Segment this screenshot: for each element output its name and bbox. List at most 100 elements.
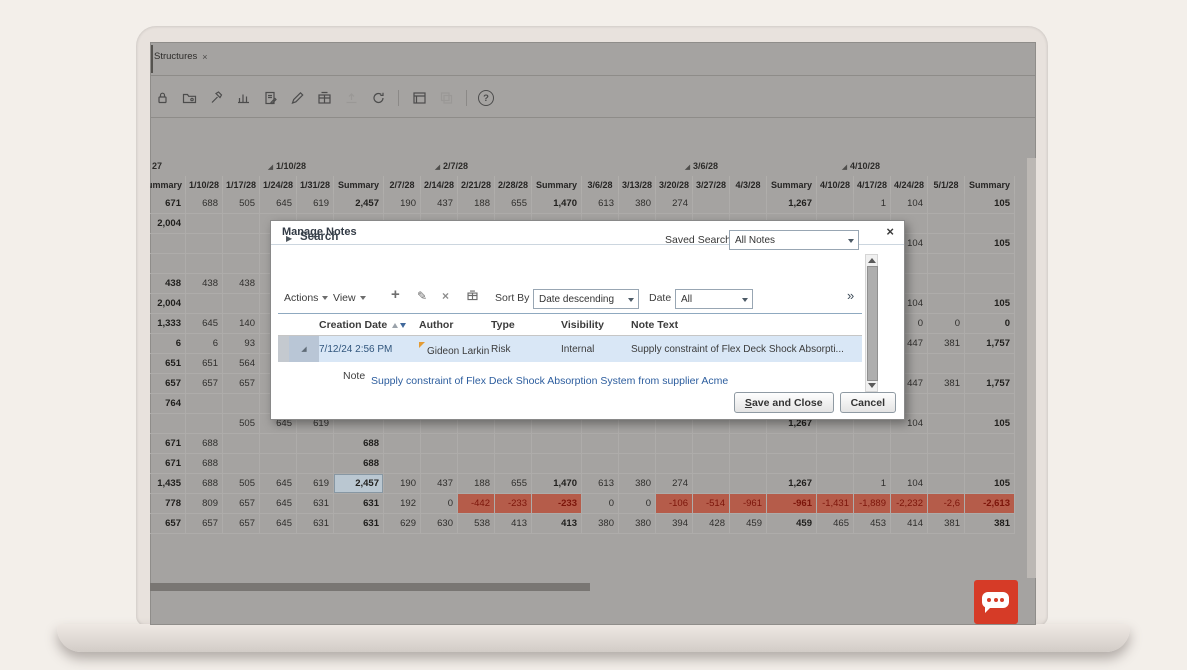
column-header[interactable]: 1/17/28 [223,176,260,194]
column-header[interactable]: Summary [334,176,384,194]
note-detail-text[interactable]: Supply constraint of Flex Deck Shock Abs… [371,375,728,387]
grid-cell[interactable]: 645 [260,514,297,534]
collapse-triangle-icon[interactable]: ◢ [435,164,440,171]
grid-cell[interactable] [928,474,965,494]
grid-cell[interactable] [693,434,730,454]
grid-cell[interactable]: -233 [532,494,582,514]
grid-cell[interactable]: 6 [186,334,223,354]
collapse-triangle-icon[interactable]: ◢ [685,164,690,171]
grid-cell[interactable]: 438 [223,274,260,294]
grid-cell[interactable]: 438 [150,274,186,294]
grid-cell[interactable] [532,434,582,454]
grid-cell[interactable] [656,454,693,474]
grid-cell[interactable] [223,294,260,314]
grid-cell[interactable]: 651 [186,354,223,374]
grid-cell[interactable] [458,454,495,474]
bar-chart-icon[interactable] [234,90,252,107]
column-header[interactable]: 3/6/28 [582,176,619,194]
grid-cell[interactable]: 1 [854,194,891,214]
column-header[interactable]: Summary [767,176,817,194]
grid-cell[interactable] [965,434,1015,454]
grid-cell[interactable]: 1,470 [532,194,582,214]
grid-cell[interactable] [260,434,297,454]
grid-cell[interactable] [495,454,532,474]
detach-table-icon[interactable] [466,289,479,305]
grid-cell[interactable]: 274 [656,194,693,214]
grid-cell[interactable] [421,454,458,474]
grid-cell[interactable]: 0 [965,314,1015,334]
actions-menu[interactable]: Actions [284,292,328,304]
grid-cell[interactable]: 0 [928,314,965,334]
grid-cell[interactable] [928,354,965,374]
grid-cell[interactable] [186,394,223,414]
grid-cell[interactable]: 188 [458,194,495,214]
grid-cell[interactable]: 381 [928,334,965,354]
grid-cell[interactable]: 657 [150,374,186,394]
grid-cell[interactable] [817,434,854,454]
grid-cell[interactable]: 0 [619,494,656,514]
chat-button[interactable] [974,580,1018,624]
grid-cell[interactable]: 105 [965,294,1015,314]
horizontal-scrollbar-thumb[interactable] [150,583,590,591]
grid-cell[interactable]: -442 [458,494,495,514]
grid-cell[interactable] [297,454,334,474]
grid-cell[interactable] [767,434,817,454]
grid-cell[interactable]: -233 [495,494,532,514]
column-header[interactable]: Summary [532,176,582,194]
collapse-triangle-icon[interactable]: ◢ [842,164,847,171]
date-filter-select[interactable]: All [675,289,753,309]
grid-cell[interactable] [693,454,730,474]
grid-cell[interactable]: 657 [186,374,223,394]
grid-cell[interactable]: 1,470 [532,474,582,494]
grid-cell[interactable] [384,434,421,454]
column-header[interactable]: Summary [150,176,186,194]
grid-cell[interactable]: 688 [186,194,223,214]
grid-cell[interactable] [693,194,730,214]
grid-cell[interactable] [495,434,532,454]
column-header[interactable]: 4/3/28 [730,176,767,194]
grid-cell[interactable]: 1,267 [767,474,817,494]
grid-cell[interactable]: 437 [421,194,458,214]
grid-cell[interactable]: 538 [458,514,495,534]
grid-cell[interactable]: 645 [186,314,223,334]
tab-structures[interactable]: Structures × [154,51,208,62]
column-header[interactable]: 2/14/28 [421,176,458,194]
grid-cell[interactable]: 190 [384,474,421,494]
grid-cell[interactable]: 6 [150,334,186,354]
add-note-button[interactable]: + [391,286,400,303]
grid-cell[interactable]: 2,457 [334,194,384,214]
grid-cell[interactable]: 380 [619,194,656,214]
grid-cell[interactable] [223,434,260,454]
grid-cell[interactable]: 630 [421,514,458,534]
grid-cell[interactable] [458,434,495,454]
column-header[interactable]: 1/24/28 [260,176,297,194]
grid-cell[interactable] [965,254,1015,274]
col-creation-date[interactable]: Creation Date [319,319,419,331]
grid-cell[interactable]: 140 [223,314,260,334]
grid-cell[interactable]: 688 [186,454,223,474]
column-header[interactable]: 4/10/28 [817,176,854,194]
grid-cell[interactable]: -2,6 [928,494,965,514]
grid-cell[interactable] [730,194,767,214]
grid-cell[interactable]: 505 [223,194,260,214]
grid-cell[interactable]: 105 [965,414,1015,434]
column-header[interactable]: 3/20/28 [656,176,693,194]
col-visibility[interactable]: Visibility [561,319,631,331]
group-header-2-7-28[interactable]: ◢2/7/28 [435,161,468,171]
grid-cell[interactable] [928,214,965,234]
notes-table-icon[interactable] [410,90,428,107]
grid-cell[interactable] [928,394,965,414]
dialog-scrollbar[interactable] [865,254,878,392]
grid-cell[interactable]: 1,757 [965,374,1015,394]
note-row[interactable]: ◢ 7/12/24 2:56 PM Gideon Larkin Risk Int… [278,336,862,362]
search-expander-icon[interactable]: ▶ [286,234,292,243]
grid-cell[interactable] [854,434,891,454]
grid-cell[interactable] [928,194,965,214]
grid-cell[interactable]: -961 [767,494,817,514]
grid-cell[interactable] [928,294,965,314]
grid-cell[interactable] [854,454,891,474]
grid-cell[interactable]: 274 [656,474,693,494]
grid-cell[interactable] [891,434,928,454]
grid-cell[interactable]: 764 [150,394,186,414]
grid-cell[interactable] [186,414,223,434]
